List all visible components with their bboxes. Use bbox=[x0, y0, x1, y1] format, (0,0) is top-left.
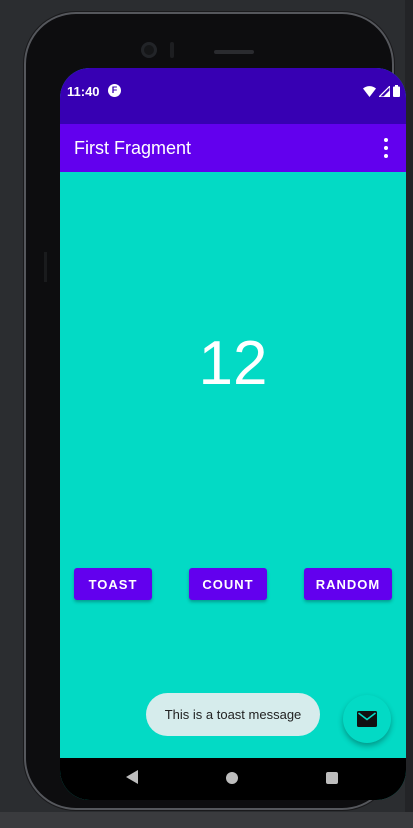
app-bar: First Fragment bbox=[60, 124, 406, 172]
app-bar-title: First Fragment bbox=[74, 138, 192, 158]
status-icons bbox=[363, 84, 400, 98]
back-icon[interactable] bbox=[126, 770, 138, 784]
count-button[interactable]: COUNT bbox=[189, 568, 267, 600]
window-edge bbox=[405, 0, 413, 828]
email-fab[interactable] bbox=[343, 695, 391, 743]
status-bar: 11:40 F bbox=[60, 68, 406, 124]
count-display: 12 bbox=[198, 329, 268, 398]
overflow-menu-icon[interactable] bbox=[380, 138, 392, 158]
emulator-bottom-strip bbox=[0, 812, 413, 828]
email-icon bbox=[357, 711, 377, 727]
proximity-sensor bbox=[170, 42, 174, 58]
device-screen: 11:40 F First Fragment 12 TOAST COUNT RA… bbox=[60, 68, 406, 800]
random-button[interactable]: RANDOM bbox=[304, 568, 392, 600]
toast-button[interactable]: TOAST bbox=[74, 568, 152, 600]
navigation-bar bbox=[60, 758, 406, 800]
wifi-icon bbox=[363, 85, 376, 97]
earpiece-speaker bbox=[214, 50, 254, 54]
status-time: 11:40 bbox=[67, 84, 100, 99]
recents-icon[interactable] bbox=[326, 772, 338, 784]
side-button-left bbox=[44, 252, 47, 282]
front-camera bbox=[141, 42, 157, 58]
notification-app-icon: F bbox=[108, 84, 121, 97]
battery-icon bbox=[393, 85, 400, 97]
toast-message: This is a toast message bbox=[146, 693, 320, 736]
phone-frame: 11:40 F First Fragment 12 TOAST COUNT RA… bbox=[24, 12, 406, 810]
home-icon[interactable] bbox=[226, 772, 238, 784]
cellular-signal-icon bbox=[379, 85, 390, 97]
